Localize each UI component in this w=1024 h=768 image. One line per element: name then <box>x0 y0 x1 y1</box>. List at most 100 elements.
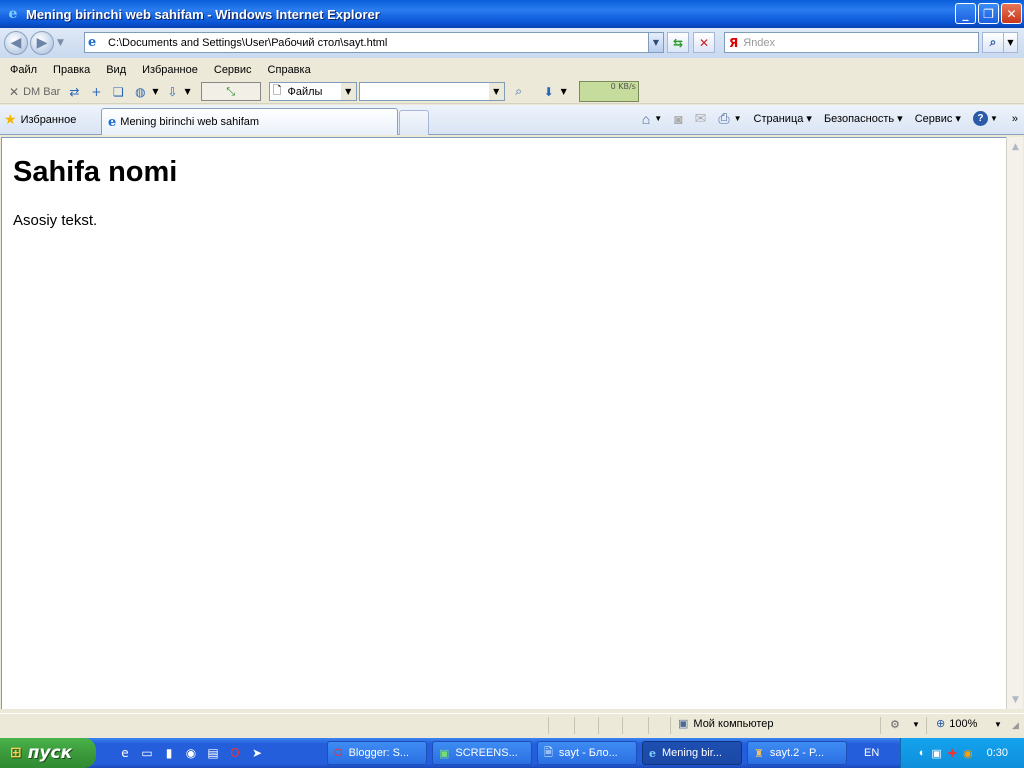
minimize-button[interactable]: _ <box>955 3 976 24</box>
address-text[interactable]: C:\Documents and Settings\User\Рабочий с… <box>108 37 387 49</box>
ie-quicklaunch-icon[interactable]: e <box>116 744 134 762</box>
resize-grip-icon[interactable]: ◢ <box>1012 720 1019 731</box>
files-search-input[interactable]: ▼ <box>358 82 505 101</box>
safety-menu[interactable]: Безопасность ▾ <box>824 112 903 125</box>
protected-mode-dropdown-icon[interactable]: ▼ <box>912 720 920 729</box>
home-dropdown-icon[interactable]: ▼ <box>654 114 662 123</box>
tray-app-icon[interactable]: ◐ <box>919 747 926 759</box>
tools-menu[interactable]: Сервис ▾ <box>915 112 961 125</box>
scroll-down-icon[interactable]: ▼ <box>1008 692 1023 707</box>
download-icon[interactable]: ⇩ <box>165 84 181 100</box>
vertical-scrollbar[interactable]: ▲ ▼ <box>1006 137 1023 709</box>
magnifier-icon[interactable]: ⌕ <box>511 84 527 100</box>
task-label: SCREENS... <box>455 747 518 759</box>
task-label: sayt - Бло... <box>558 747 618 759</box>
files-dropdown-icon[interactable]: ▼ <box>340 83 356 100</box>
task-label: sayt.2 - P... <box>769 747 825 759</box>
taskbar: ⊞ пуск e ▭ ▮ ◉ ▤ O ➤ O Blogger: S... ▣ S… <box>0 738 1024 768</box>
close-window-button[interactable]: ✕ <box>1001 3 1022 24</box>
start-button[interactable]: ⊞ пуск <box>0 738 96 768</box>
search-options-icon[interactable]: ▼ <box>1003 32 1018 53</box>
tray-network-icon[interactable]: ▣ <box>931 747 941 760</box>
command-bar: ⌂ ▼ ◙ ✉ ⎙ ▼ Страница ▾ Безопасность ▾ Се… <box>642 110 1018 127</box>
print-dropdown-icon[interactable]: ▼ <box>734 114 742 123</box>
menu-tools[interactable]: Сервис <box>214 64 252 76</box>
download-manager-icon[interactable]: ⇄ <box>66 84 82 100</box>
more-chevron-icon[interactable]: » <box>1012 113 1018 125</box>
taskbar-item-sayt2[interactable]: ♜ sayt.2 - P... <box>747 741 847 765</box>
globe-icon[interactable]: ◍ <box>132 84 148 100</box>
menu-file[interactable]: Файл <box>10 64 37 76</box>
menu-favorites[interactable]: Избранное <box>142 64 198 76</box>
scroll-up-icon[interactable]: ▲ <box>1008 139 1023 154</box>
close-toolbar-icon[interactable]: ✕ <box>9 85 19 99</box>
new-tab-button[interactable] <box>399 110 429 135</box>
editor-icon: ♜ <box>754 747 764 760</box>
language-indicator[interactable]: EN <box>864 738 879 768</box>
chrome-quicklaunch-icon[interactable]: ◉ <box>182 744 200 762</box>
files-label: Файлы <box>287 85 323 98</box>
history-dropdown-icon[interactable]: ▼ <box>57 38 64 48</box>
media-quicklaunch-icon[interactable]: ▮ <box>160 744 178 762</box>
back-button[interactable]: ◀ <box>4 31 28 55</box>
tray-antivirus-icon[interactable]: ✚ <box>948 747 957 760</box>
globe-dropdown-icon[interactable]: ▼ <box>152 87 158 96</box>
feeds-icon[interactable]: ◙ <box>674 111 682 127</box>
menu-help[interactable]: Справка <box>268 64 311 76</box>
page-menu[interactable]: Страница ▾ <box>754 112 812 125</box>
safety-menu-label: Безопасность <box>823 113 895 125</box>
add-icon[interactable]: + <box>88 84 104 100</box>
dm-toolbar: ✕ DM Bar ⇄ + ❏ ◍ ▼ ⇩ ▼ ⤡ 🗋 Файлы ▼ ▼ ⌕ ⬇… <box>0 80 1024 104</box>
opera-quicklaunch-icon[interactable]: O <box>226 744 244 762</box>
taskbar-item-blogger[interactable]: O Blogger: S... <box>327 741 427 765</box>
menu-view[interactable]: Вид <box>106 64 126 76</box>
home-icon[interactable]: ⌂ <box>642 111 650 127</box>
folder-quicklaunch-icon[interactable]: ▤ <box>204 744 222 762</box>
window-title: Mening birinchi web sahifam - Windows In… <box>26 6 380 22</box>
title-bar: e Mening birinchi web sahifam - Windows … <box>0 0 1024 28</box>
download-dropdown-icon[interactable]: ▼ <box>185 87 191 96</box>
copy-icon[interactable]: ❏ <box>110 84 126 100</box>
taskbar-item-notepad[interactable]: 🗎 sayt - Бло... <box>537 741 637 765</box>
tray-update-icon[interactable]: ◉ <box>963 747 973 760</box>
telegram-quicklaunch-icon[interactable]: ➤ <box>248 744 266 762</box>
desktop-quicklaunch-icon[interactable]: ▭ <box>138 744 156 762</box>
speed-label: 0 KB/s <box>610 82 636 91</box>
address-dropdown-icon[interactable]: ▼ <box>648 33 663 52</box>
refresh-button[interactable]: ⇆ <box>667 32 689 53</box>
search-placeholder[interactable]: Яndex <box>743 37 775 49</box>
language-label: EN <box>864 747 880 759</box>
star-icon: ★ <box>4 111 17 127</box>
zoom-dropdown-icon[interactable]: ▼ <box>994 720 1002 729</box>
status-divider <box>598 717 599 734</box>
stop-button[interactable]: ✕ <box>693 32 715 53</box>
search-button[interactable]: ⌕ <box>982 32 1004 53</box>
help-icon[interactable]: ? <box>972 111 988 126</box>
print-icon[interactable]: ⎙ <box>718 110 729 127</box>
taskbar-item-ie[interactable]: e Mening bir... <box>642 741 742 765</box>
computer-icon: ▣ <box>678 718 689 730</box>
security-zone[interactable]: ▣ Мой компьютер <box>678 717 773 731</box>
mail-icon[interactable]: ✉ <box>695 110 707 127</box>
help-dropdown-icon[interactable]: ▼ <box>990 114 998 123</box>
tools-menu-label: Сервис <box>914 113 953 125</box>
speed-meter: 0 KB/s <box>578 81 639 102</box>
address-field[interactable]: e C:\Documents and Settings\User\Рабочий… <box>84 32 664 53</box>
zoom-label: 100% <box>949 717 978 730</box>
page-icon: e <box>88 35 97 50</box>
favorites-button[interactable]: ★ Избранное <box>4 111 76 128</box>
taskbar-item-screens[interactable]: ▣ SCREENS... <box>432 741 532 765</box>
search-field[interactable]: Я Яndex <box>724 32 979 53</box>
file-icon: 🗋 <box>272 84 282 97</box>
scheduler-button[interactable]: ⤡ <box>200 82 261 101</box>
menu-edit[interactable]: Правка <box>53 64 90 76</box>
protected-mode-icon[interactable]: ⚙ <box>890 718 900 731</box>
arrow-dropdown-icon[interactable]: ▼ <box>561 87 567 96</box>
tab-active[interactable]: e Mening birinchi web sahifam <box>101 108 398 135</box>
zoom-control[interactable]: ⊕ 100% <box>936 717 978 731</box>
files-search-dropdown-icon[interactable]: ▼ <box>488 83 504 100</box>
forward-button[interactable]: ▶ <box>30 31 54 55</box>
arrow-down-icon[interactable]: ⬇ <box>541 84 557 100</box>
files-select[interactable]: 🗋 Файлы ▼ <box>268 82 357 101</box>
restore-button[interactable]: ❐ <box>978 3 999 24</box>
